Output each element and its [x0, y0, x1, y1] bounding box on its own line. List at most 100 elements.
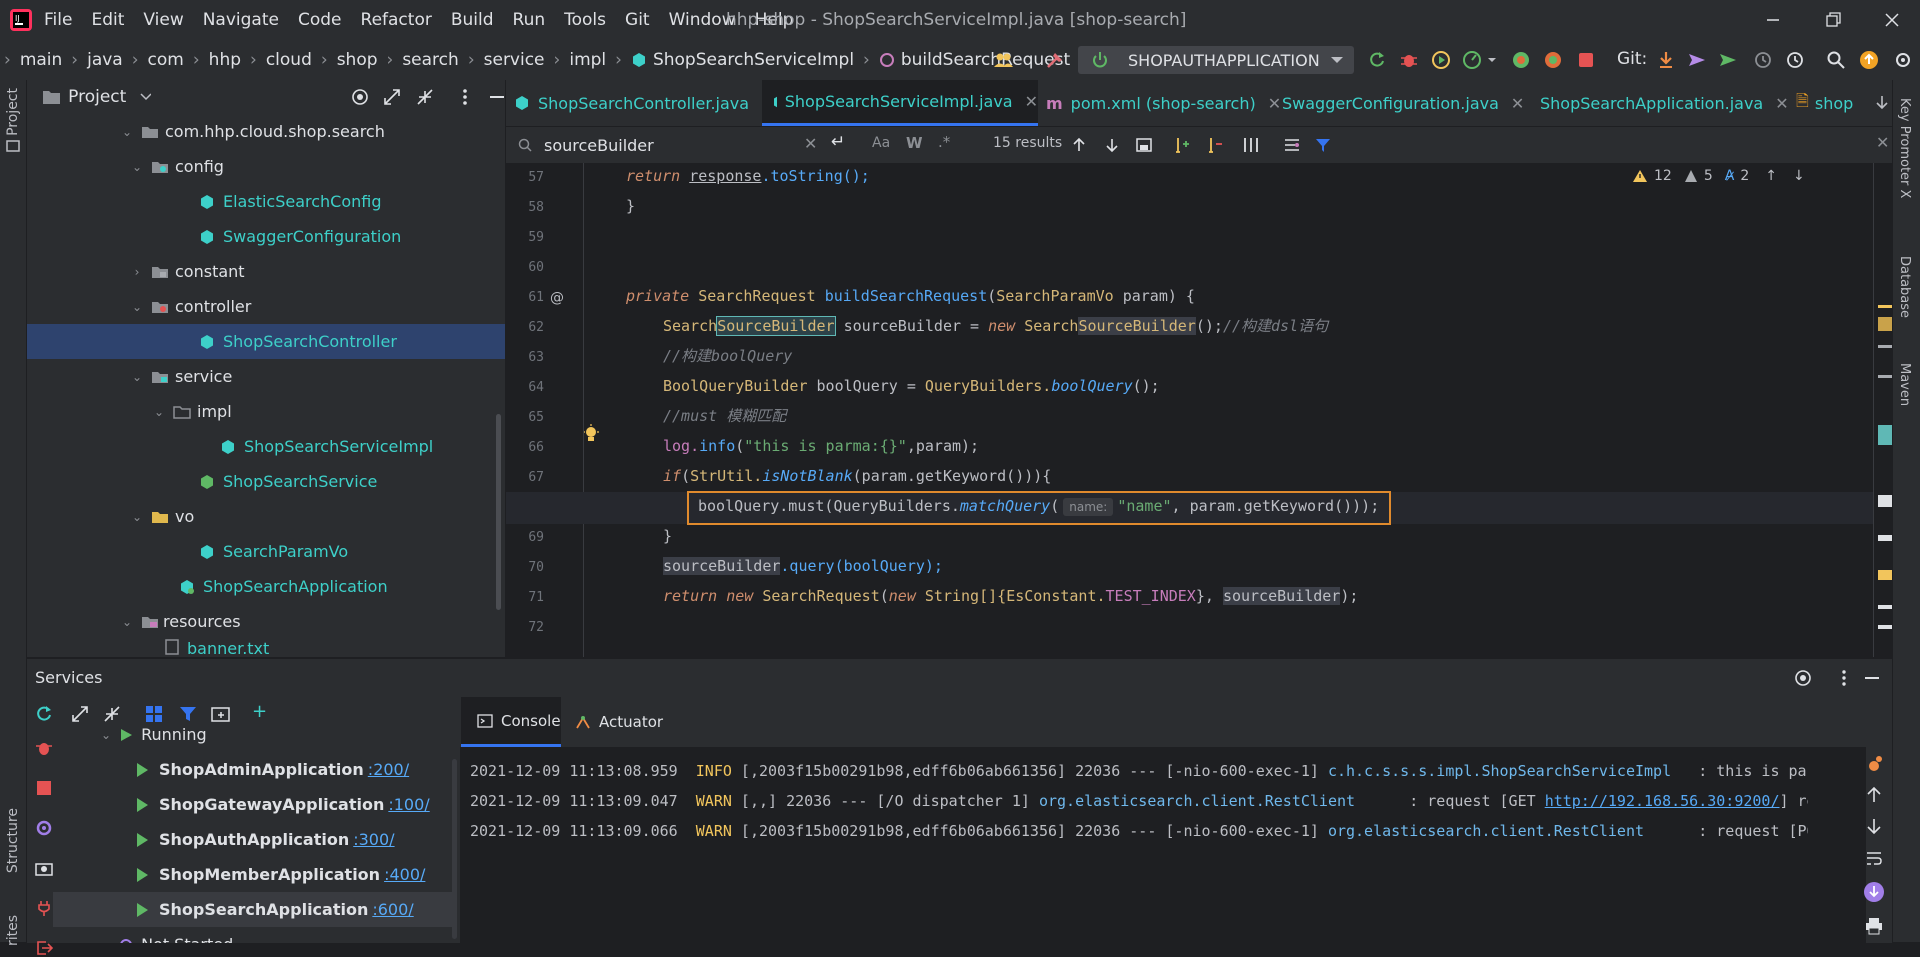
- more-options-icon[interactable]: [1835, 669, 1853, 687]
- hammer-icon[interactable]: [1045, 50, 1065, 70]
- breadcrumb-cloud[interactable]: cloud: [266, 50, 312, 70]
- users-icon[interactable]: [993, 50, 1017, 70]
- chevron-down-icon[interactable]: [140, 93, 152, 101]
- rollback-icon[interactable]: [1785, 50, 1805, 70]
- breadcrumb-impl[interactable]: impl: [569, 50, 606, 70]
- structure-tool-button[interactable]: Structure: [5, 808, 21, 873]
- bug-notification-icon[interactable]: [1864, 754, 1884, 774]
- jrebel-debug-icon[interactable]: [1543, 50, 1563, 70]
- menu-edit[interactable]: Edit: [91, 10, 124, 30]
- plug-icon[interactable]: [35, 899, 53, 917]
- tree-item[interactable]: ⌄ vo: [27, 499, 505, 534]
- service-item[interactable]: ShopGatewayApplication:100/: [135, 787, 430, 822]
- updates-icon[interactable]: [1859, 50, 1879, 70]
- expand-all-icon[interactable]: [382, 87, 401, 107]
- service-item-selected[interactable]: ShopSearchApplication:600/: [135, 892, 414, 927]
- tree-item[interactable]: › constant: [27, 254, 505, 289]
- service-item[interactable]: ShopAdminApplication:200/: [135, 752, 409, 787]
- jrebel-run-icon[interactable]: [1511, 50, 1531, 70]
- tree-item[interactable]: ⌄ impl: [27, 394, 505, 429]
- group-services-icon[interactable]: [145, 705, 163, 723]
- services-tree-scrollbar[interactable]: [452, 759, 457, 939]
- regex-toggle[interactable]: .*: [938, 133, 950, 151]
- match-case-toggle[interactable]: Aa: [872, 135, 890, 151]
- group-running[interactable]: ⌄ Running: [101, 727, 207, 752]
- breadcrumb-java[interactable]: java: [87, 50, 123, 70]
- filter-icon[interactable]: [1314, 136, 1332, 154]
- menu-view[interactable]: View: [143, 10, 183, 30]
- code-area[interactable]: return response.toString(); } private Se…: [506, 163, 1892, 657]
- remove-selection-icon[interactable]: [1207, 136, 1225, 154]
- project-scrollbar[interactable]: [496, 414, 501, 610]
- profiler-icon[interactable]: [1462, 50, 1482, 70]
- menu-refactor[interactable]: Refactor: [361, 10, 432, 30]
- previous-occurrence-icon[interactable]: [1071, 137, 1087, 153]
- favorites-tool-button[interactable]: rites: [5, 915, 21, 946]
- tree-item[interactable]: ElasticSearchConfig: [27, 184, 505, 219]
- tree-item[interactable]: ⌄ com.hhp.cloud.shop.search: [27, 114, 505, 149]
- tab-shop-search-controller[interactable]: ShopSearchController.java: [514, 80, 772, 126]
- search-everywhere-icon[interactable]: [1826, 50, 1846, 70]
- tree-item-selected[interactable]: ShopSearchController: [27, 324, 505, 359]
- project-panel-title[interactable]: Project: [68, 87, 126, 107]
- menu-code[interactable]: Code: [298, 10, 342, 30]
- debug-icon[interactable]: [35, 739, 53, 757]
- close-tab-icon[interactable]: ✕: [1775, 94, 1788, 113]
- whole-word-toggle[interactable]: W: [906, 134, 923, 152]
- tree-item[interactable]: ShopSearchService: [27, 464, 505, 499]
- breadcrumb-class[interactable]: ShopSearchServiceImpl: [653, 50, 854, 70]
- tree-item[interactable]: ⌄ resources: [27, 604, 505, 639]
- tab-pom-xml[interactable]: m pom.xml (shop-search) ✕: [1046, 80, 1281, 126]
- tree-item[interactable]: ShopSearchServiceImpl: [27, 429, 505, 464]
- tab-swagger-configuration[interactable]: SwaggerConfiguration.java ✕: [1274, 80, 1524, 126]
- project-tool-button[interactable]: Project: [5, 88, 21, 136]
- tree-item[interactable]: ⌄ service: [27, 359, 505, 394]
- menu-tools[interactable]: Tools: [564, 10, 606, 30]
- next-occurrence-icon[interactable]: [1104, 137, 1120, 153]
- locate-file-icon[interactable]: [350, 87, 369, 107]
- git-push-icon[interactable]: [1718, 50, 1738, 70]
- debug-icon[interactable]: [1399, 50, 1419, 70]
- service-port-link[interactable]: :400/: [384, 865, 425, 884]
- service-port-link[interactable]: :600/: [372, 900, 413, 919]
- service-port-link[interactable]: :200/: [368, 760, 409, 779]
- run-configuration-selector[interactable]: SHOPAUTHAPPLICATION: [1078, 46, 1354, 74]
- breadcrumb-main[interactable]: main: [20, 50, 62, 70]
- tab-shop-search-application[interactable]: ShopSearchApplication.java ✕: [1532, 80, 1789, 126]
- profiler-dropdown-icon[interactable]: [1486, 50, 1498, 70]
- menu-file[interactable]: File: [44, 10, 72, 30]
- print-icon[interactable]: [1865, 917, 1883, 935]
- service-port-link[interactable]: :100/: [388, 795, 429, 814]
- tree-item[interactable]: ⌄ controller: [27, 289, 505, 324]
- locate-icon[interactable]: [1794, 669, 1812, 687]
- minimize-icon[interactable]: [1763, 10, 1783, 30]
- open-in-window-icon[interactable]: [1136, 137, 1152, 153]
- tabs-dropdown-icon[interactable]: [1874, 94, 1890, 112]
- menu-git[interactable]: Git: [625, 10, 650, 30]
- clear-search-icon[interactable]: ✕: [804, 134, 817, 153]
- hide-panel-icon[interactable]: [1863, 669, 1881, 687]
- close-find-icon[interactable]: ✕: [1876, 133, 1889, 152]
- soft-wrap-icon[interactable]: [1865, 849, 1883, 867]
- maven-tool-button[interactable]: Maven: [1897, 363, 1912, 406]
- expand-all-icon[interactable]: [71, 705, 89, 723]
- select-all-occurrences-icon[interactable]: [1242, 136, 1260, 154]
- tab-actuator[interactable]: Actuator: [575, 697, 675, 747]
- breadcrumb-service[interactable]: service: [484, 50, 545, 70]
- rerun-icon[interactable]: [1367, 50, 1387, 70]
- new-line-icon[interactable]: ↵: [831, 132, 845, 152]
- breadcrumb-shop[interactable]: shop: [337, 50, 378, 70]
- run-coverage-icon[interactable]: [1431, 50, 1451, 70]
- tab-shop-search-service-impl[interactable]: ShopSearchServiceImpl.java ✕: [762, 80, 1038, 126]
- new-tab-icon[interactable]: [211, 705, 231, 723]
- service-port-link[interactable]: :300/: [353, 830, 394, 849]
- menu-navigate[interactable]: Navigate: [203, 10, 279, 30]
- service-item[interactable]: ShopAuthApplication:300/: [135, 822, 395, 857]
- tab-console[interactable]: Console: [461, 697, 561, 747]
- history-icon[interactable]: [1753, 50, 1773, 70]
- tree-item[interactable]: banner.txt: [27, 639, 505, 657]
- close-tab-icon[interactable]: ✕: [1025, 92, 1038, 111]
- collapse-all-icon[interactable]: [415, 87, 433, 107]
- stop-icon[interactable]: [35, 779, 53, 797]
- breadcrumb-search[interactable]: search: [402, 50, 458, 70]
